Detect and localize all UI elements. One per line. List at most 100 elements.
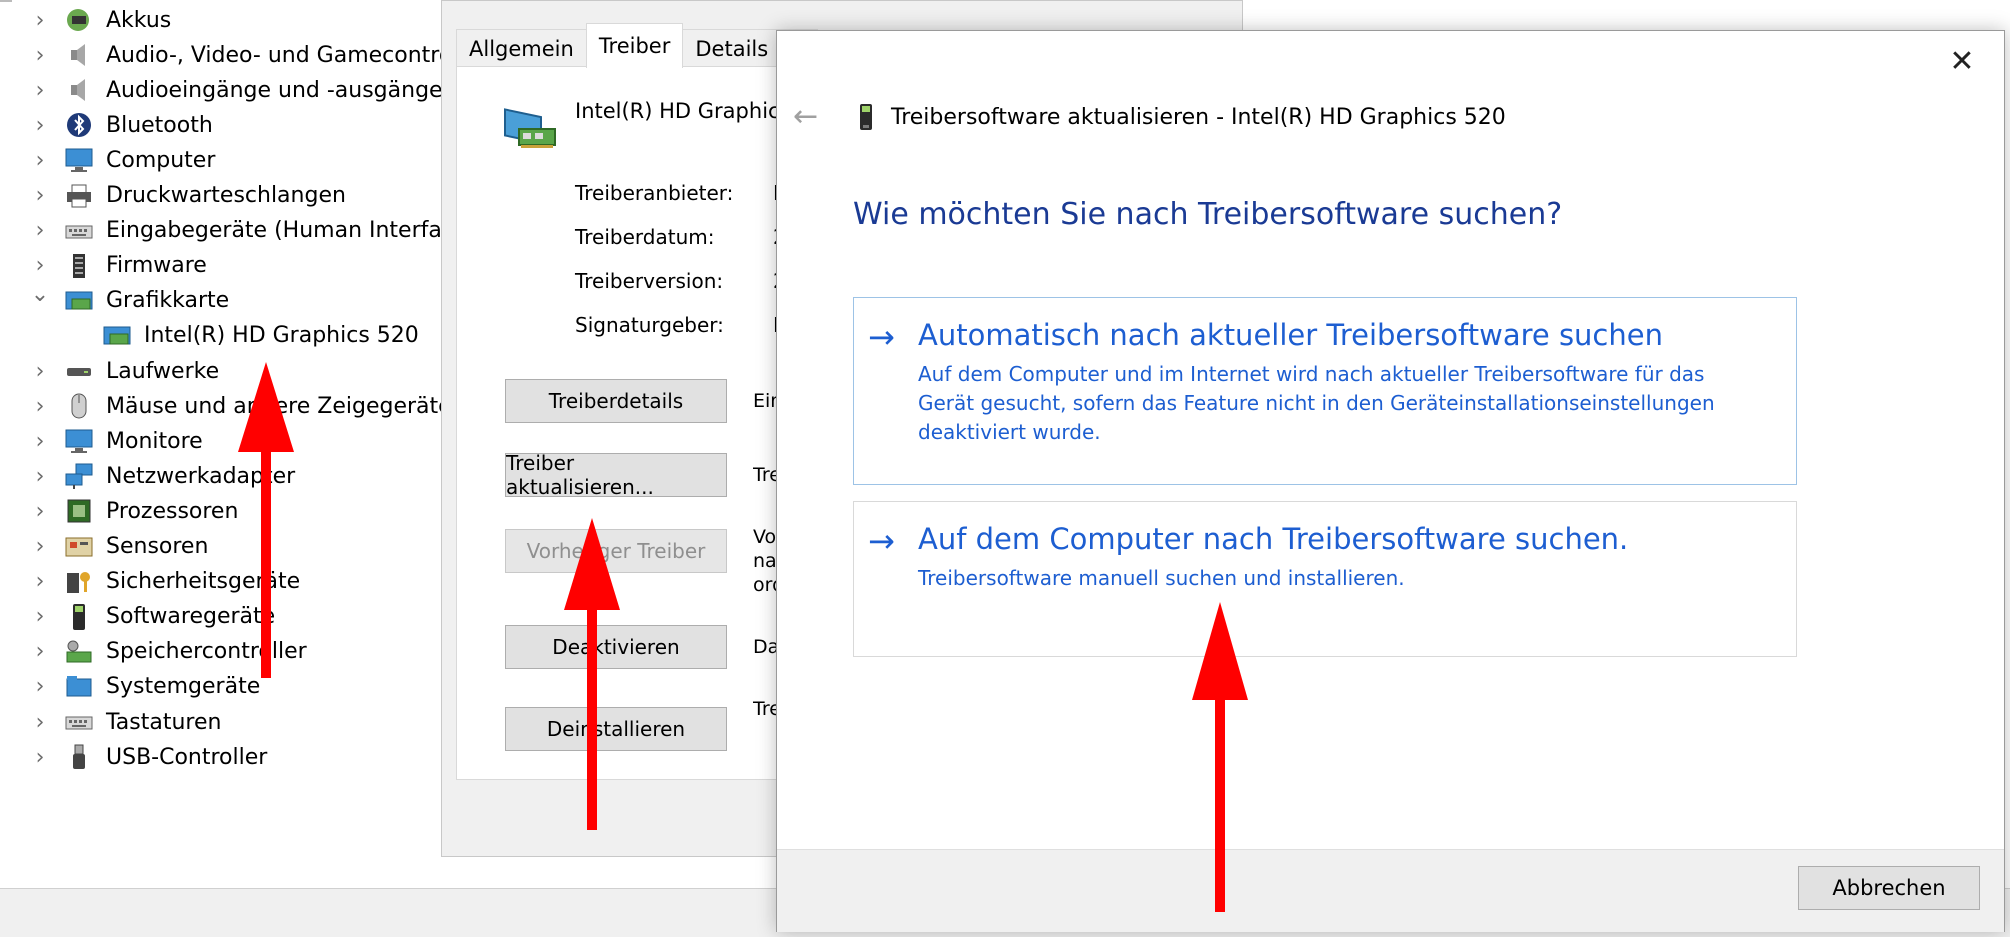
tree-item-label: Systemgeräte <box>106 674 261 700</box>
tab-driver[interactable]: Treiber <box>585 23 684 68</box>
chevron-right-icon[interactable]: › <box>30 604 50 629</box>
option-title: Automatisch nach aktueller Treibersoftwa… <box>918 318 1663 352</box>
tree-category-item[interactable]: › Akkus <box>0 2 172 38</box>
close-icon[interactable]: ✕ <box>1942 41 1982 81</box>
chevron-right-icon[interactable]: › <box>30 464 50 489</box>
network-icon <box>62 461 96 491</box>
chevron-right-icon[interactable]: › <box>30 394 50 419</box>
bluetooth-icon <box>62 110 96 140</box>
arrow-right-icon: → <box>868 318 895 356</box>
keyboard-icon <box>62 216 96 246</box>
key-icon <box>62 567 96 597</box>
tree-item-label: Druckwarteschlangen <box>106 183 346 208</box>
tree-category-item[interactable]: › Audioeingänge und -ausgänge <box>0 72 443 108</box>
driver-date-label: Treiberdatum: <box>575 225 715 249</box>
chevron-right-icon[interactable]: › <box>30 183 50 208</box>
chip-icon <box>62 251 96 281</box>
option-description: Treibersoftware manuell suchen und insta… <box>918 566 1405 590</box>
update-driver-wizard: ✕ ← Treibersoftware aktualisieren - Inte… <box>776 30 2005 932</box>
display-adapter-icon <box>503 99 559 155</box>
tree-item-label: Firmware <box>106 253 207 279</box>
tab-general[interactable]: Allgemein <box>456 29 587 68</box>
annotation-arrow <box>564 518 620 830</box>
chevron-right-icon[interactable]: › <box>30 710 50 735</box>
speaker-icon <box>62 40 96 70</box>
tree-category-item[interactable]: ⌄ Grafikkarte <box>0 282 230 319</box>
device-manager-tree: › Akkus › Audio-, Video- und Gamecontro › Aud… <box>0 0 468 890</box>
tab-bar: Allgemein Treiber Details E <box>456 23 819 68</box>
chevron-right-icon[interactable]: › <box>30 534 50 559</box>
tree-category-item[interactable]: › Eingabegeräte (Human Interface <box>0 213 468 249</box>
tree-item-label: Intel(R) HD Graphics 520 <box>144 323 419 349</box>
chevron-right-icon[interactable]: › <box>30 499 50 524</box>
chevron-right-icon[interactable]: › <box>30 569 50 594</box>
driver-provider-label: Treiberanbieter: <box>575 181 734 205</box>
tree-category-item[interactable]: › Audio-, Video- und Gamecontro <box>0 37 453 73</box>
drive-icon <box>62 356 96 386</box>
chevron-right-icon[interactable]: › <box>30 359 50 384</box>
wizard-title: Treibersoftware aktualisieren - Intel(R)… <box>891 105 1506 130</box>
wizard-footer: Abbrechen <box>777 849 2004 932</box>
mouse-icon <box>62 391 96 421</box>
storage-icon <box>62 637 96 667</box>
folder-icon <box>62 672 96 702</box>
tree-category-item[interactable]: › Druckwarteschlangen <box>0 178 346 214</box>
chevron-right-icon[interactable]: › <box>30 113 50 138</box>
tree-category-item[interactable]: ›Mäuse und andere Zeigegeräte <box>0 388 452 424</box>
device-icon <box>857 103 875 133</box>
phone-icon <box>62 602 96 632</box>
chevron-right-icon[interactable]: › <box>30 78 50 103</box>
tree-category-item[interactable]: › Sensoren <box>0 529 209 565</box>
tree-item-label: Prozessoren <box>106 498 239 524</box>
device-name: Intel(R) HD Graphics <box>575 99 791 123</box>
update-driver-button[interactable]: Treiber aktualisieren... <box>505 451 727 499</box>
annotation-arrow <box>1192 602 1248 912</box>
tree-category-item[interactable]: › Laufwerke <box>0 353 220 389</box>
chevron-right-icon[interactable]: › <box>30 429 50 454</box>
tree-category-item[interactable]: › Systemgeräte <box>0 669 261 705</box>
background-window <box>1533 0 2010 30</box>
tab-details[interactable]: Details <box>682 29 782 68</box>
tree-item-label: USB-Controller <box>106 744 268 770</box>
tree-category-item[interactable]: › Bluetooth <box>0 107 213 143</box>
browse-computer-option[interactable]: → Auf dem Computer nach Treibersoftware … <box>853 501 1797 657</box>
chevron-right-icon[interactable]: › <box>30 218 50 243</box>
tree-item-label: Laufwerke <box>106 358 220 384</box>
chevron-right-icon[interactable]: › <box>30 745 50 770</box>
arrow-right-icon: → <box>868 522 895 560</box>
back-arrow-icon[interactable]: ← <box>793 99 818 134</box>
printer-icon <box>62 181 96 211</box>
tree-item-label: Tastaturen <box>106 709 222 735</box>
tree-category-item[interactable]: › Prozessoren <box>0 493 239 529</box>
tree-category-item[interactable]: › Monitore <box>0 423 203 459</box>
battery-icon <box>62 5 96 35</box>
tree-category-item[interactable]: › Softwaregeräte <box>0 599 275 635</box>
cancel-button[interactable]: Abbrechen <box>1798 866 1980 910</box>
tree-item-label: Sensoren <box>106 534 209 559</box>
chevron-right-icon[interactable]: › <box>30 639 50 664</box>
tree-item-label: Bluetooth <box>106 112 213 138</box>
tree-category-item[interactable]: › USB-Controller <box>0 739 267 775</box>
tree-item-label: Akkus <box>106 7 172 33</box>
chevron-down-icon[interactable]: ⌄ <box>30 282 50 307</box>
tree-device-item[interactable]: ›Intel(R) HD Graphics 520 <box>0 318 419 354</box>
tree-category-item[interactable]: › Firmware <box>0 248 207 284</box>
chevron-right-icon[interactable]: › <box>30 253 50 278</box>
monitor-icon <box>62 145 96 175</box>
tree-item-label: Grafikkarte <box>106 288 230 314</box>
driver-details-button[interactable]: Treiberdetails <box>505 379 727 423</box>
tree-category-item[interactable]: › Computer <box>0 142 216 178</box>
chevron-right-icon[interactable]: › <box>30 674 50 699</box>
tree-item-label: Audio-, Video- und Gamecontro <box>106 42 453 68</box>
chevron-right-icon[interactable]: › <box>30 8 50 33</box>
tree-item-label: Computer <box>106 147 216 173</box>
driver-version-label: Treiberversion: <box>575 269 724 293</box>
tree-item-label: Audioeingänge und -ausgänge <box>106 77 443 103</box>
chevron-right-icon[interactable]: › <box>30 43 50 68</box>
chevron-right-icon[interactable]: › <box>30 148 50 173</box>
tree-item-label: Monitore <box>106 428 203 454</box>
signer-label: Signaturgeber: <box>575 313 724 337</box>
tree-item-label: Eingabegeräte (Human Interface <box>106 218 468 244</box>
search-automatically-option[interactable]: → Automatisch nach aktueller Treibersoft… <box>853 297 1797 485</box>
tree-category-item[interactable]: › Tastaturen <box>0 704 222 740</box>
